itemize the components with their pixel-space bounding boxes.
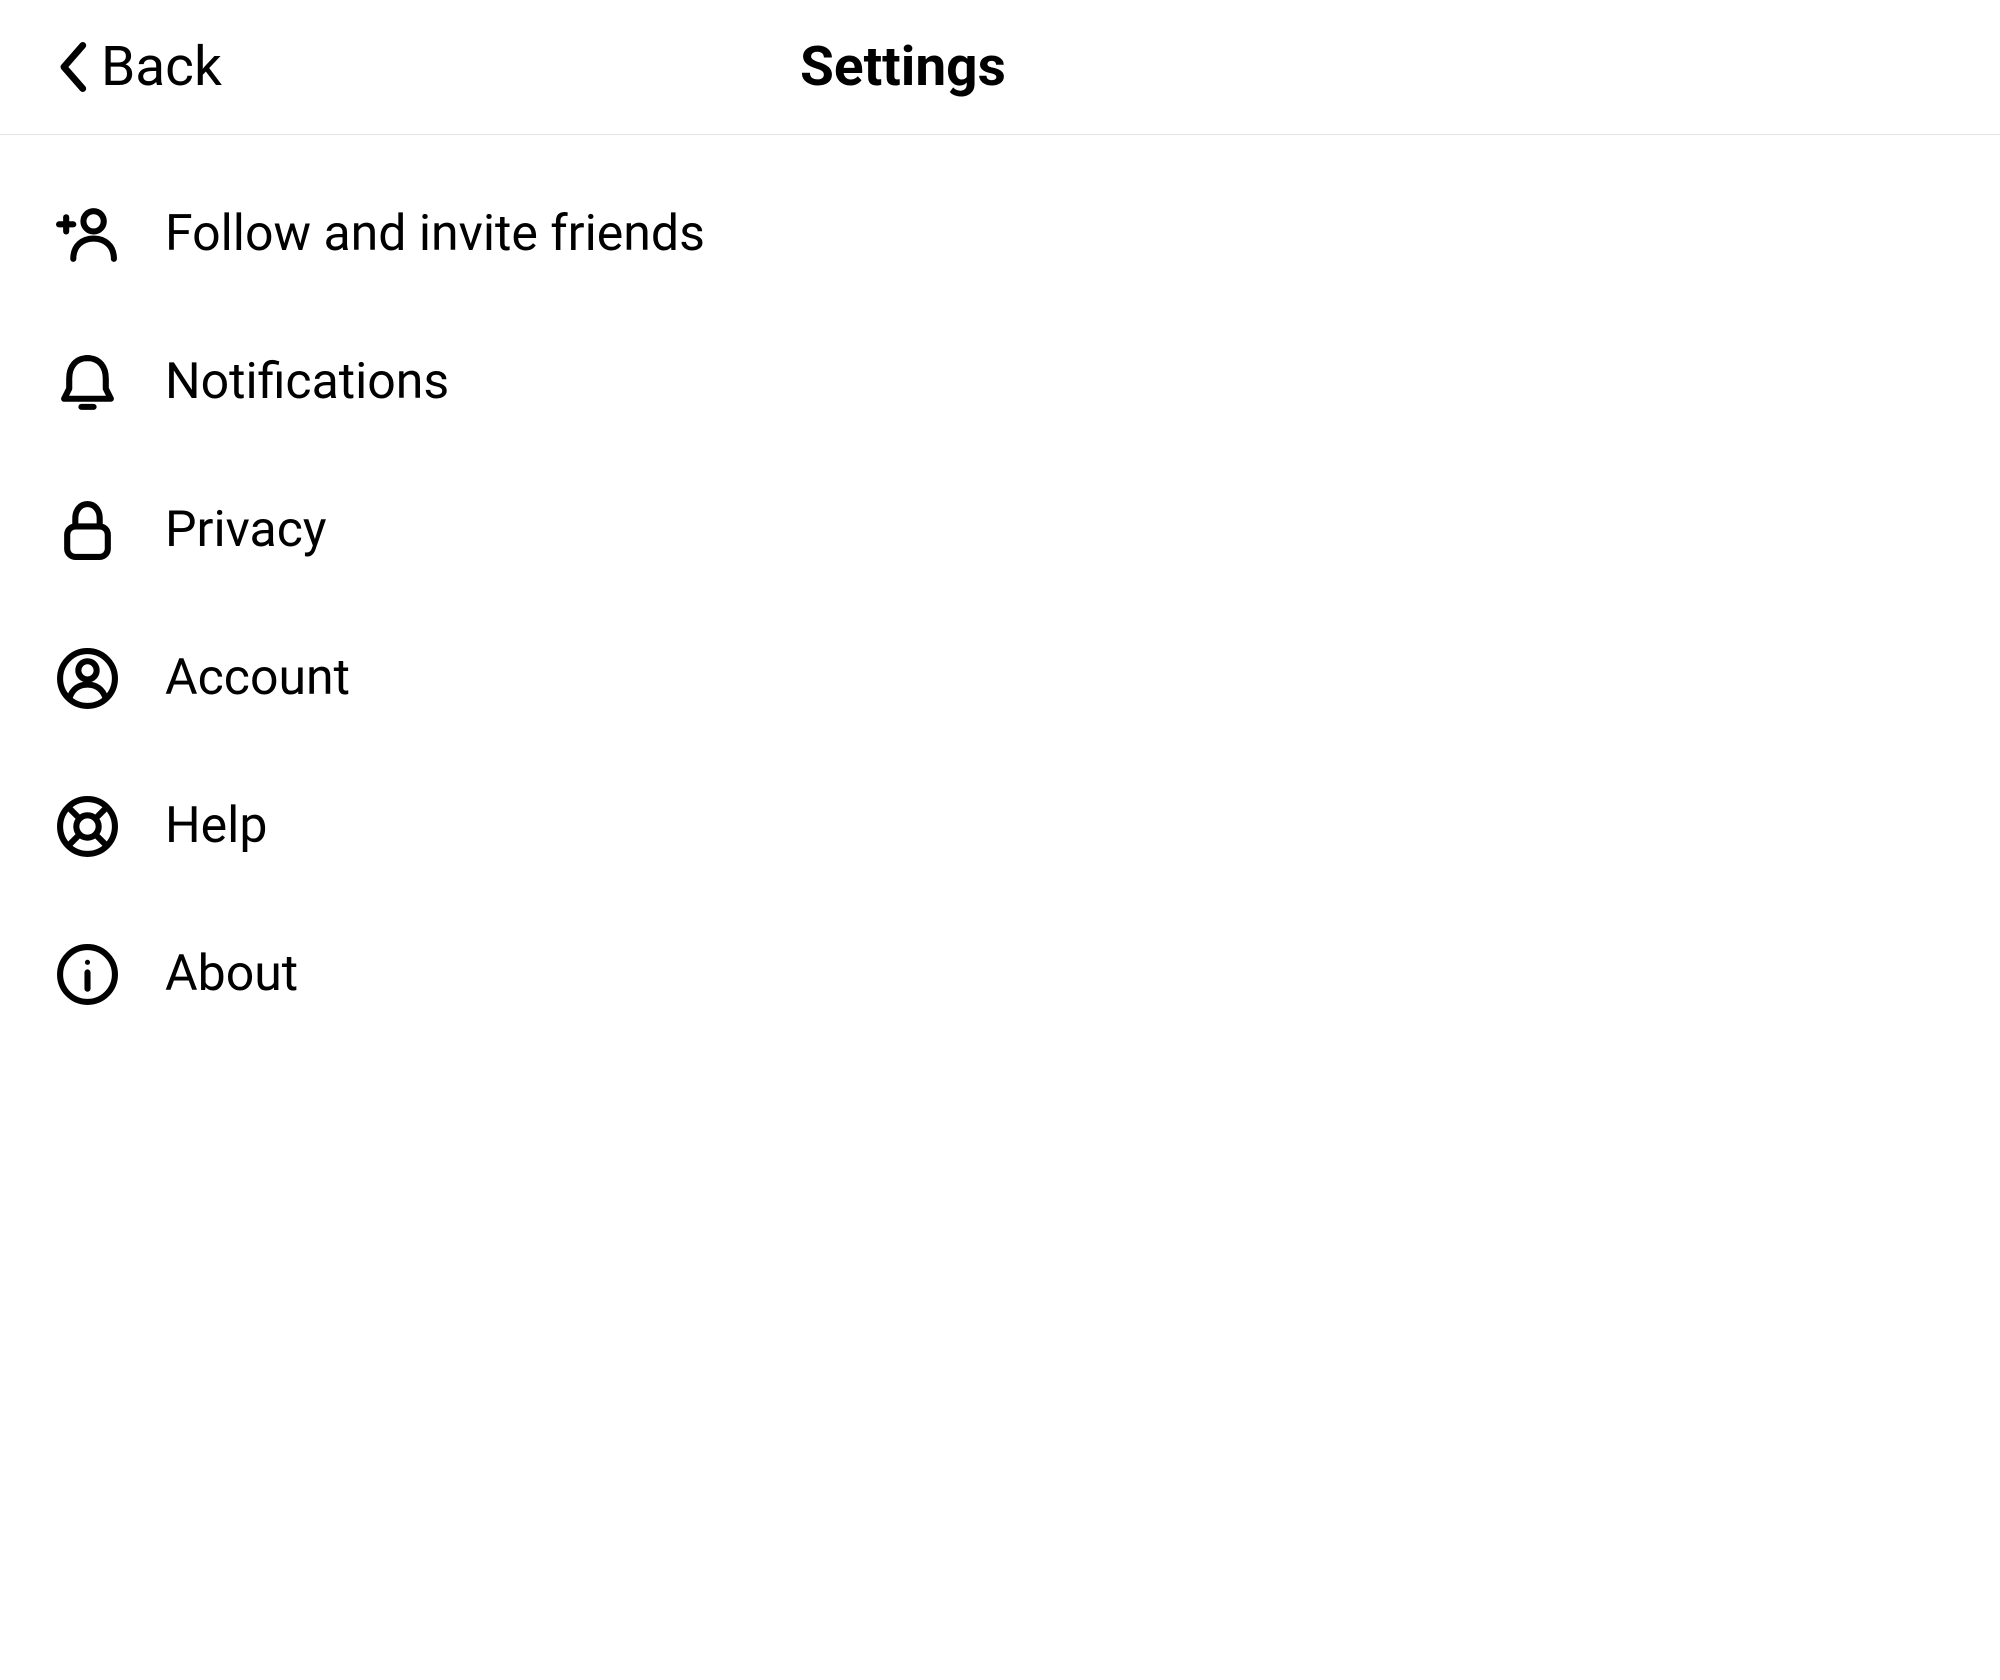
- lifebuoy-icon: [55, 794, 120, 859]
- page-title: Settings: [800, 35, 1200, 99]
- settings-list: Follow and invite friends Notifications …: [0, 135, 2000, 1048]
- person-plus-icon: [55, 202, 120, 267]
- settings-item-label: Account: [165, 649, 350, 707]
- lock-icon: [55, 498, 120, 563]
- back-label: Back: [101, 35, 222, 99]
- info-icon: [55, 942, 120, 1007]
- settings-item-account[interactable]: Account: [55, 604, 1945, 752]
- settings-item-label: Follow and invite friends: [165, 205, 705, 263]
- back-button[interactable]: Back: [0, 35, 222, 99]
- settings-item-about[interactable]: About: [55, 900, 1945, 1048]
- bell-icon: [55, 350, 120, 415]
- settings-item-help[interactable]: Help: [55, 752, 1945, 900]
- settings-item-label: About: [165, 945, 298, 1003]
- chevron-left-icon: [55, 40, 89, 94]
- account-circle-icon: [55, 646, 120, 711]
- settings-item-notifications[interactable]: Notifications: [55, 308, 1945, 456]
- settings-item-label: Privacy: [165, 501, 327, 559]
- settings-item-label: Help: [165, 797, 267, 855]
- settings-item-privacy[interactable]: Privacy: [55, 456, 1945, 604]
- settings-item-label: Notifications: [165, 353, 449, 411]
- settings-item-follow-invite[interactable]: Follow and invite friends: [55, 160, 1945, 308]
- header-bar: Back Settings: [0, 0, 2000, 135]
